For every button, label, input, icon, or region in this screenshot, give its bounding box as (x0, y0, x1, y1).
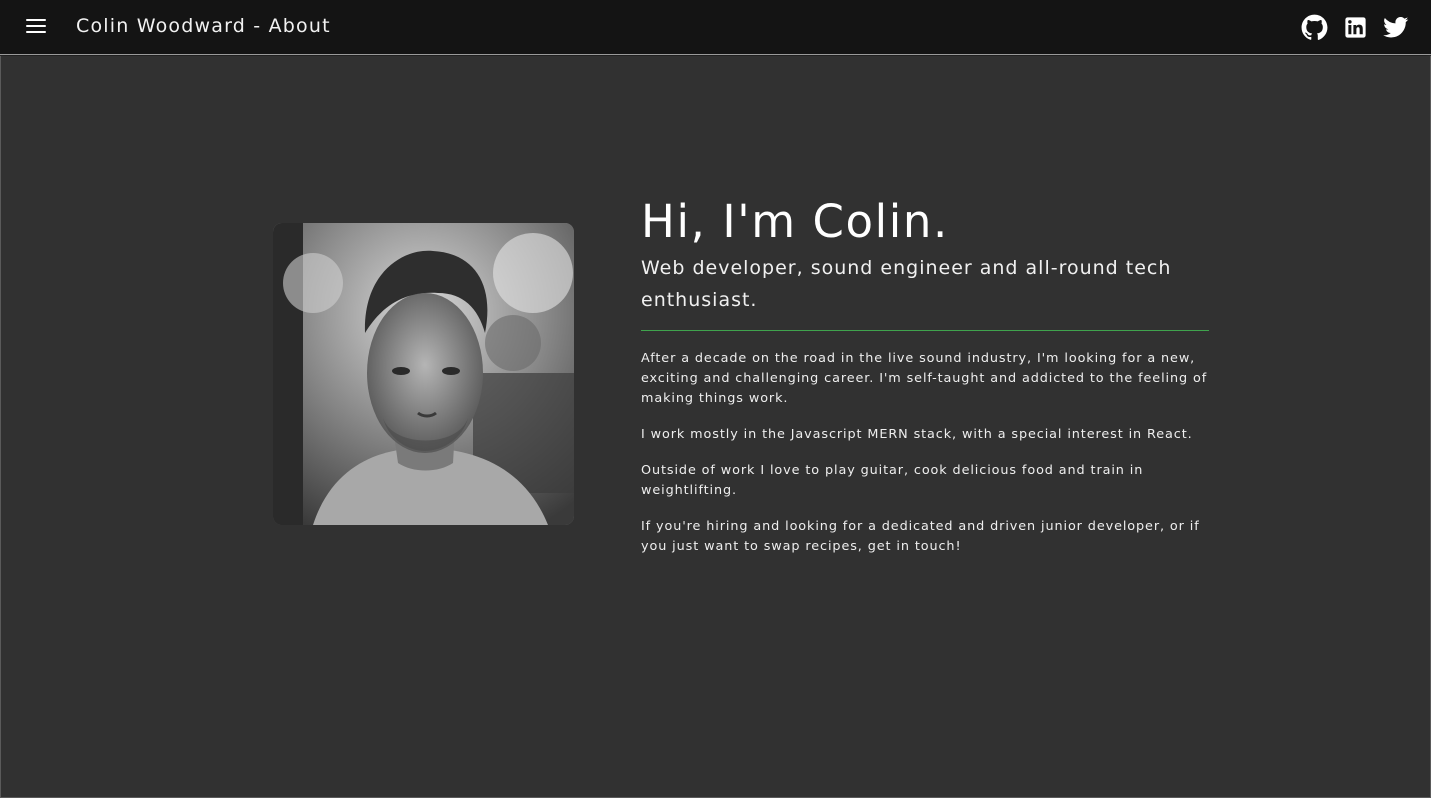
app-title: Colin Woodward - About (76, 15, 331, 37)
bio-paragraph-2: I work mostly in the Javascript MERN sta… (641, 427, 1193, 442)
app-bar: Colin Woodward - About (0, 0, 1431, 55)
github-icon[interactable] (1301, 14, 1328, 41)
headline: Hi, I'm Colin. (641, 195, 949, 248)
divider (641, 330, 1209, 331)
subheadline: Web developer, sound engineer and all-ro… (641, 257, 1172, 311)
twitter-icon[interactable] (1382, 14, 1409, 41)
profile-photo (273, 223, 574, 525)
about-content: Hi, I'm Colin. Web developer, sound engi… (641, 192, 1211, 573)
portrait-image (273, 223, 574, 525)
bio-paragraph-1: After a decade on the road in the live s… (641, 351, 1208, 406)
menu-icon[interactable] (26, 19, 46, 35)
bio-paragraph-4: If you're hiring and looking for a dedic… (641, 519, 1200, 554)
linkedin-icon[interactable] (1342, 14, 1369, 41)
bio-paragraph-3: Outside of work I love to play guitar, c… (641, 463, 1144, 498)
